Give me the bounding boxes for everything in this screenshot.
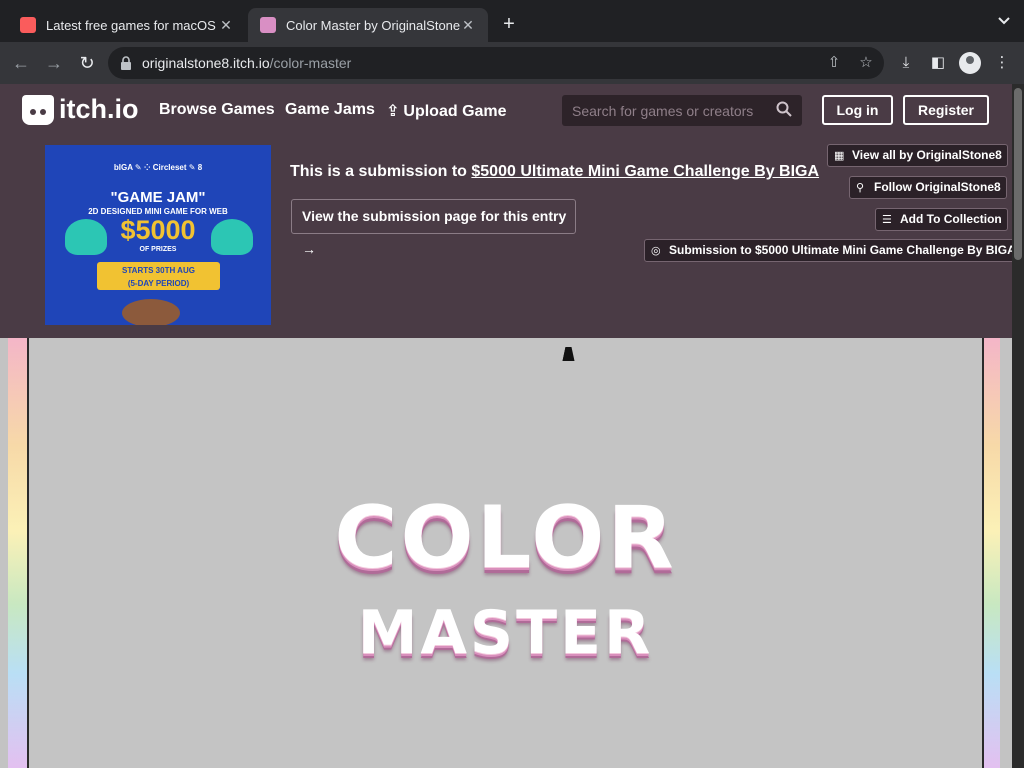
site-header: itch.io Browse Games Game Jams ⇪ Upload G… [0, 84, 1012, 136]
tab-latest-free-games[interactable]: Latest free games for macOS - ✕ [8, 8, 246, 42]
bookmark-star-icon[interactable]: ☆ [856, 53, 876, 73]
game-title-color: COLOR [334, 488, 677, 588]
new-tab-button[interactable]: + [498, 13, 520, 35]
browser-toolbar: ← → ↻ originalstone8.itch.io/color-maste… [0, 42, 1024, 84]
follow-user-icon: ⚲ [856, 182, 865, 194]
search-placeholder: Search for games or creators [572, 103, 754, 119]
tab-search-chevron-icon[interactable] [998, 14, 1010, 28]
view-all-button[interactable]: ▦ View all by OriginalStone8 [827, 144, 1008, 167]
banner-sponsors: bIGA ✎ ⁘ Circleset ✎ 8 [113, 163, 203, 172]
decorative-border-right [984, 338, 1000, 768]
banner-headline: "GAME JAM" [110, 189, 206, 206]
tab-title: Color Master by OriginalStone8 [286, 17, 460, 33]
jam-banner: bIGA ✎ ⁘ Circleset ✎ 8 "GAME JAM" 2D DES… [0, 136, 1022, 338]
add-collection-icon: ☰ [882, 214, 892, 226]
view-submission-button[interactable]: View the submission page for this entry … [291, 199, 576, 257]
browser-menu-icon[interactable]: ⋮ [991, 52, 1013, 74]
follow-button[interactable]: ⚲ Follow OriginalStone8 [849, 176, 1007, 199]
close-tab-icon[interactable]: ✕ [218, 17, 234, 34]
logo-text: itch.io [59, 94, 139, 124]
decorative-border-left [8, 338, 27, 768]
nav-upload-game[interactable]: ⇪ Upload Game [386, 101, 507, 121]
nav-browse-games[interactable]: Browse Games [159, 101, 275, 119]
jam-submission-text: This is a submission to $5000 Ultimate M… [290, 163, 820, 180]
add-to-collection-button[interactable]: ☰ Add To Collection [875, 208, 1008, 231]
game-canvas[interactable]: COLOR MASTER [27, 338, 984, 768]
game-favicon-icon [260, 17, 276, 33]
critter-illustration [122, 299, 180, 325]
itchio-favicon-icon [20, 17, 36, 33]
search-icon[interactable] [776, 101, 792, 122]
monster-illustration [211, 219, 253, 255]
award-ribbon-icon: ◎ [651, 245, 661, 257]
jam-link[interactable]: $5000 Ultimate Mini Game Challenge By BI… [471, 163, 819, 180]
forward-icon[interactable]: → [42, 51, 66, 75]
monster-illustration [65, 219, 107, 255]
banner-dates: STARTS 30TH AUG (5-DAY PERIOD) [97, 262, 220, 290]
browser-tab-bar: Latest free games for macOS - ✕ Color Ma… [0, 0, 1024, 42]
profile-avatar-icon[interactable] [959, 52, 981, 74]
tab-title: Latest free games for macOS - [46, 17, 218, 33]
search-input[interactable]: Search for games or creators [562, 95, 802, 126]
tab-color-master[interactable]: Color Master by OriginalStone8 ✕ [248, 8, 488, 42]
download-icon[interactable]: ⤓ [895, 52, 917, 74]
reload-icon[interactable]: ↻ [75, 51, 99, 75]
share-icon[interactable]: ⇧ [824, 53, 844, 73]
lock-icon [121, 56, 131, 70]
upload-icon: ⇪ [386, 103, 400, 120]
login-button[interactable]: Log in [822, 95, 893, 125]
address-bar[interactable]: originalstone8.itch.io/color-master ⇧ ☆ [108, 47, 884, 79]
store-icon: ▦ [834, 150, 845, 162]
side-panel-icon[interactable]: ◧ [927, 52, 949, 74]
url-text: originalstone8.itch.io/color-master [142, 55, 352, 71]
back-icon[interactable]: ← [9, 51, 33, 75]
scrollbar-thumb[interactable] [1014, 88, 1022, 260]
jam-submission-button[interactable]: ◎ Submission to $5000 Ultimate Mini Game … [644, 239, 1022, 262]
register-button[interactable]: Register [903, 95, 989, 125]
jam-banner-image[interactable]: bIGA ✎ ⁘ Circleset ✎ 8 "GAME JAM" 2D DES… [45, 145, 271, 325]
game-title-master: MASTER [357, 598, 654, 668]
itchio-logo[interactable]: itch.io [22, 94, 139, 125]
itchio-logo-icon [22, 94, 54, 125]
close-tab-icon[interactable]: ✕ [460, 17, 476, 34]
nav-game-jams[interactable]: Game Jams [285, 101, 375, 119]
